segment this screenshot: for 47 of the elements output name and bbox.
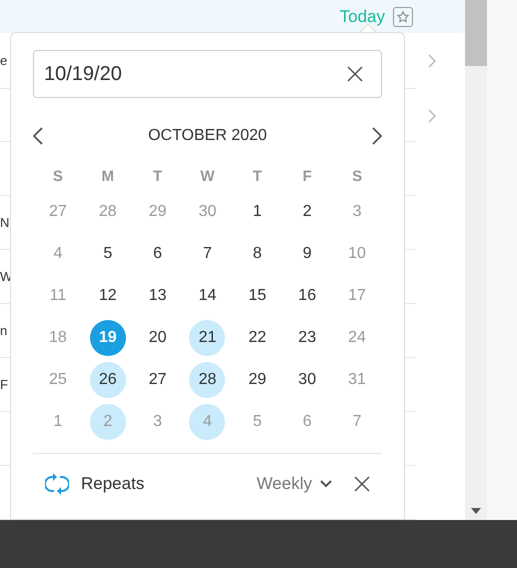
scrollbar-track[interactable] [465,0,487,520]
calendar-day[interactable]: 5 [90,236,126,272]
calendar-day[interactable]: 14 [189,278,226,314]
list-item-text: e [0,52,8,70]
previous-month-icon[interactable] [33,127,43,145]
weekday-label: M [102,167,114,187]
calendar-day[interactable]: 26 [90,362,126,398]
repeat-icon [45,473,69,495]
weekday-label: S [352,167,362,187]
next-month-icon[interactable] [372,127,382,145]
clear-icon[interactable] [347,66,363,82]
calendar-day[interactable]: 9 [289,236,326,272]
calendar-day[interactable]: 6 [140,236,176,272]
weekday-label: T [153,167,162,187]
weekday-label: S [52,167,63,187]
calendar-day[interactable]: 23 [289,320,326,356]
date-input[interactable]: 10/19/20 [44,59,347,89]
calendar-day[interactable]: 2 [289,194,326,230]
calendar-day[interactable]: 1 [239,194,276,230]
calendar-day[interactable]: 8 [239,236,276,272]
calendar-day[interactable]: 22 [239,320,276,356]
scroll-down-icon[interactable] [471,508,481,514]
month-title: OCTOBER 2020 [148,126,267,146]
weekday-label: F [302,167,312,187]
chevron-down-icon [320,480,332,488]
frequency-dropdown[interactable]: Weekly [256,471,332,497]
scrollbar-thumb[interactable] [465,0,487,66]
calendar-day[interactable]: 12 [90,278,126,314]
calendar-day[interactable]: 21 [189,320,226,356]
list-item-text: n [0,322,8,340]
calendar-day[interactable]: 16 [289,278,326,314]
calendar-day[interactable]: 28 [189,362,226,398]
date-field[interactable]: 10/19/20 [33,50,382,98]
star-button[interactable] [393,6,413,26]
close-icon[interactable] [354,476,370,492]
repeat-label: Repeats [81,473,144,496]
list-item-text: F [0,376,8,394]
calendar-day[interactable]: 13 [140,278,176,314]
calendar-day[interactable]: 30 [289,362,326,398]
calendar-day[interactable]: 29 [239,362,276,398]
calendar-day[interactable]: 15 [239,278,276,314]
calendar-day[interactable]: 7 [189,236,226,272]
calendar-day[interactable]: 27 [140,362,176,398]
weekday-label: T [252,167,262,187]
list-item-text: N [0,214,10,232]
calendar-day[interactable]: 20 [140,320,176,356]
weekday-label: W [200,167,215,187]
